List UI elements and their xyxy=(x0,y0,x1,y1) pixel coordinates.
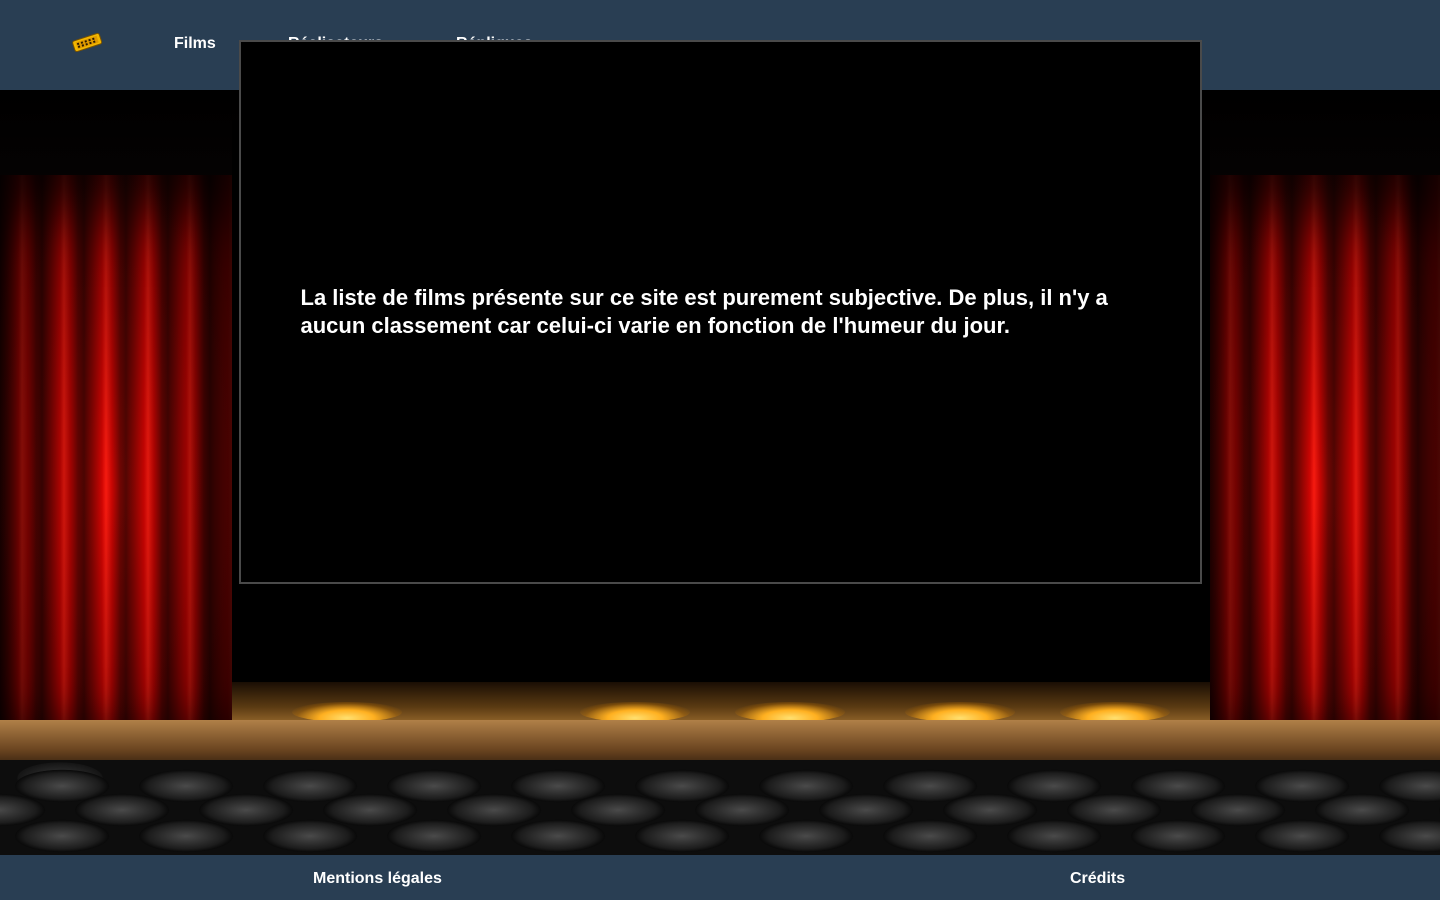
footer-bar: Mentions légales Crédits xyxy=(0,855,1440,900)
right-curtain xyxy=(1208,175,1440,745)
footer-credits-link[interactable]: Crédits xyxy=(1070,870,1125,888)
left-curtain xyxy=(0,175,232,745)
cinema-screen: La liste de films présente sur ce site e… xyxy=(239,40,1202,584)
nav-films-link[interactable]: Films xyxy=(174,35,216,53)
stage-light xyxy=(292,702,402,722)
footer-mentions-legales-link[interactable]: Mentions légales xyxy=(313,870,442,888)
film-ticket-icon[interactable] xyxy=(70,30,104,54)
seat-row xyxy=(0,818,1440,854)
stage-light xyxy=(1060,702,1170,722)
screen-intro-text: La liste de films présente sur ce site e… xyxy=(300,285,1108,338)
stage-light xyxy=(735,702,845,722)
stage-light xyxy=(905,702,1015,722)
stage-light xyxy=(580,702,690,722)
